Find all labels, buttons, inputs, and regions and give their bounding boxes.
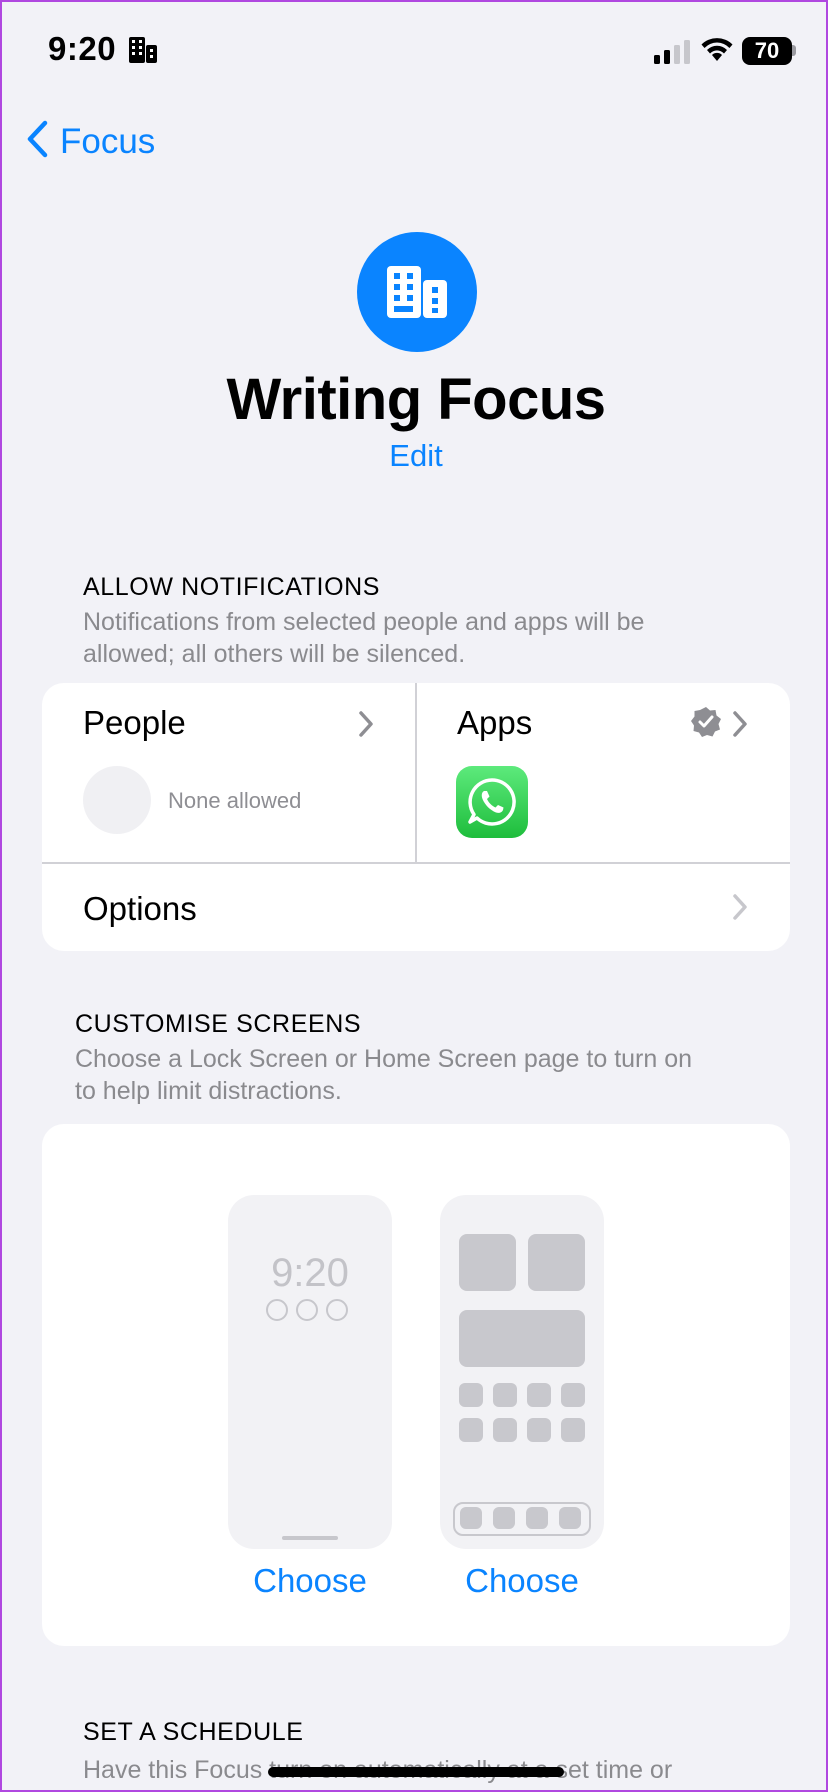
- allow-notifications-description-1: Notifications from selected people and a…: [83, 608, 645, 636]
- customise-screens-heading: CUSTOMISE SCREENS: [75, 1010, 362, 1038]
- battery-nub: [792, 45, 796, 56]
- edit-button[interactable]: Edit: [366, 438, 466, 474]
- customise-screens-description-1: Choose a Lock Screen or Home Screen page…: [75, 1045, 693, 1073]
- focus-title: Writing Focus: [226, 367, 606, 432]
- schedule-heading: SET A SCHEDULE: [83, 1718, 304, 1746]
- app-placeholder: [459, 1418, 483, 1442]
- people-value: None allowed: [168, 788, 302, 813]
- allow-notifications-description-2: allowed; all others will be silenced.: [83, 640, 466, 668]
- allow-notifications-heading: ALLOW NOTIFICATIONS: [83, 573, 381, 601]
- battery-icon: 70: [742, 37, 792, 65]
- status-time: 9:20: [48, 30, 117, 67]
- back-label: Focus: [60, 121, 156, 161]
- choose-home-screen-button[interactable]: Choose: [440, 1562, 604, 1600]
- home-screen-preview[interactable]: [440, 1195, 604, 1549]
- people-label: People: [83, 704, 186, 741]
- focus-building-icon: [357, 232, 477, 352]
- widget-small: [528, 1234, 585, 1291]
- apps-label: Apps: [457, 704, 533, 741]
- app-placeholder: [527, 1383, 551, 1407]
- signal-icon: [654, 40, 690, 64]
- customise-screens-card: [42, 1124, 790, 1646]
- widget-small: [459, 1234, 516, 1291]
- customise-screens-description-2: to help limit distractions.: [75, 1077, 342, 1105]
- checkmark-seal-icon: [690, 706, 722, 743]
- home-indicator: [268, 1767, 564, 1777]
- home-indicator-preview: [282, 1536, 338, 1540]
- dock-preview: [453, 1502, 591, 1536]
- app-placeholder: [459, 1383, 483, 1407]
- lock-preview-time: 9:20: [271, 1251, 349, 1295]
- lock-screen-preview[interactable]: 9:20: [228, 1195, 392, 1549]
- whatsapp-icon: [456, 766, 528, 838]
- lock-widget-rings: [266, 1299, 348, 1321]
- options-label: Options: [83, 890, 197, 927]
- chevron-right-icon: [732, 710, 748, 743]
- chevron-left-icon: [26, 120, 48, 163]
- wifi-icon: [700, 36, 734, 67]
- chevron-right-icon: [732, 893, 748, 926]
- building-icon: [128, 36, 158, 69]
- app-placeholder: [561, 1418, 585, 1442]
- choose-lock-screen-button[interactable]: Choose: [228, 1562, 392, 1600]
- app-placeholder: [561, 1383, 585, 1407]
- back-button[interactable]: Focus: [26, 120, 155, 163]
- chevron-right-icon: [358, 710, 374, 743]
- app-placeholder: [527, 1418, 551, 1442]
- app-placeholder: [493, 1383, 517, 1407]
- avatar-placeholder: [83, 766, 151, 834]
- app-placeholder: [493, 1418, 517, 1442]
- widget-medium: [459, 1310, 585, 1367]
